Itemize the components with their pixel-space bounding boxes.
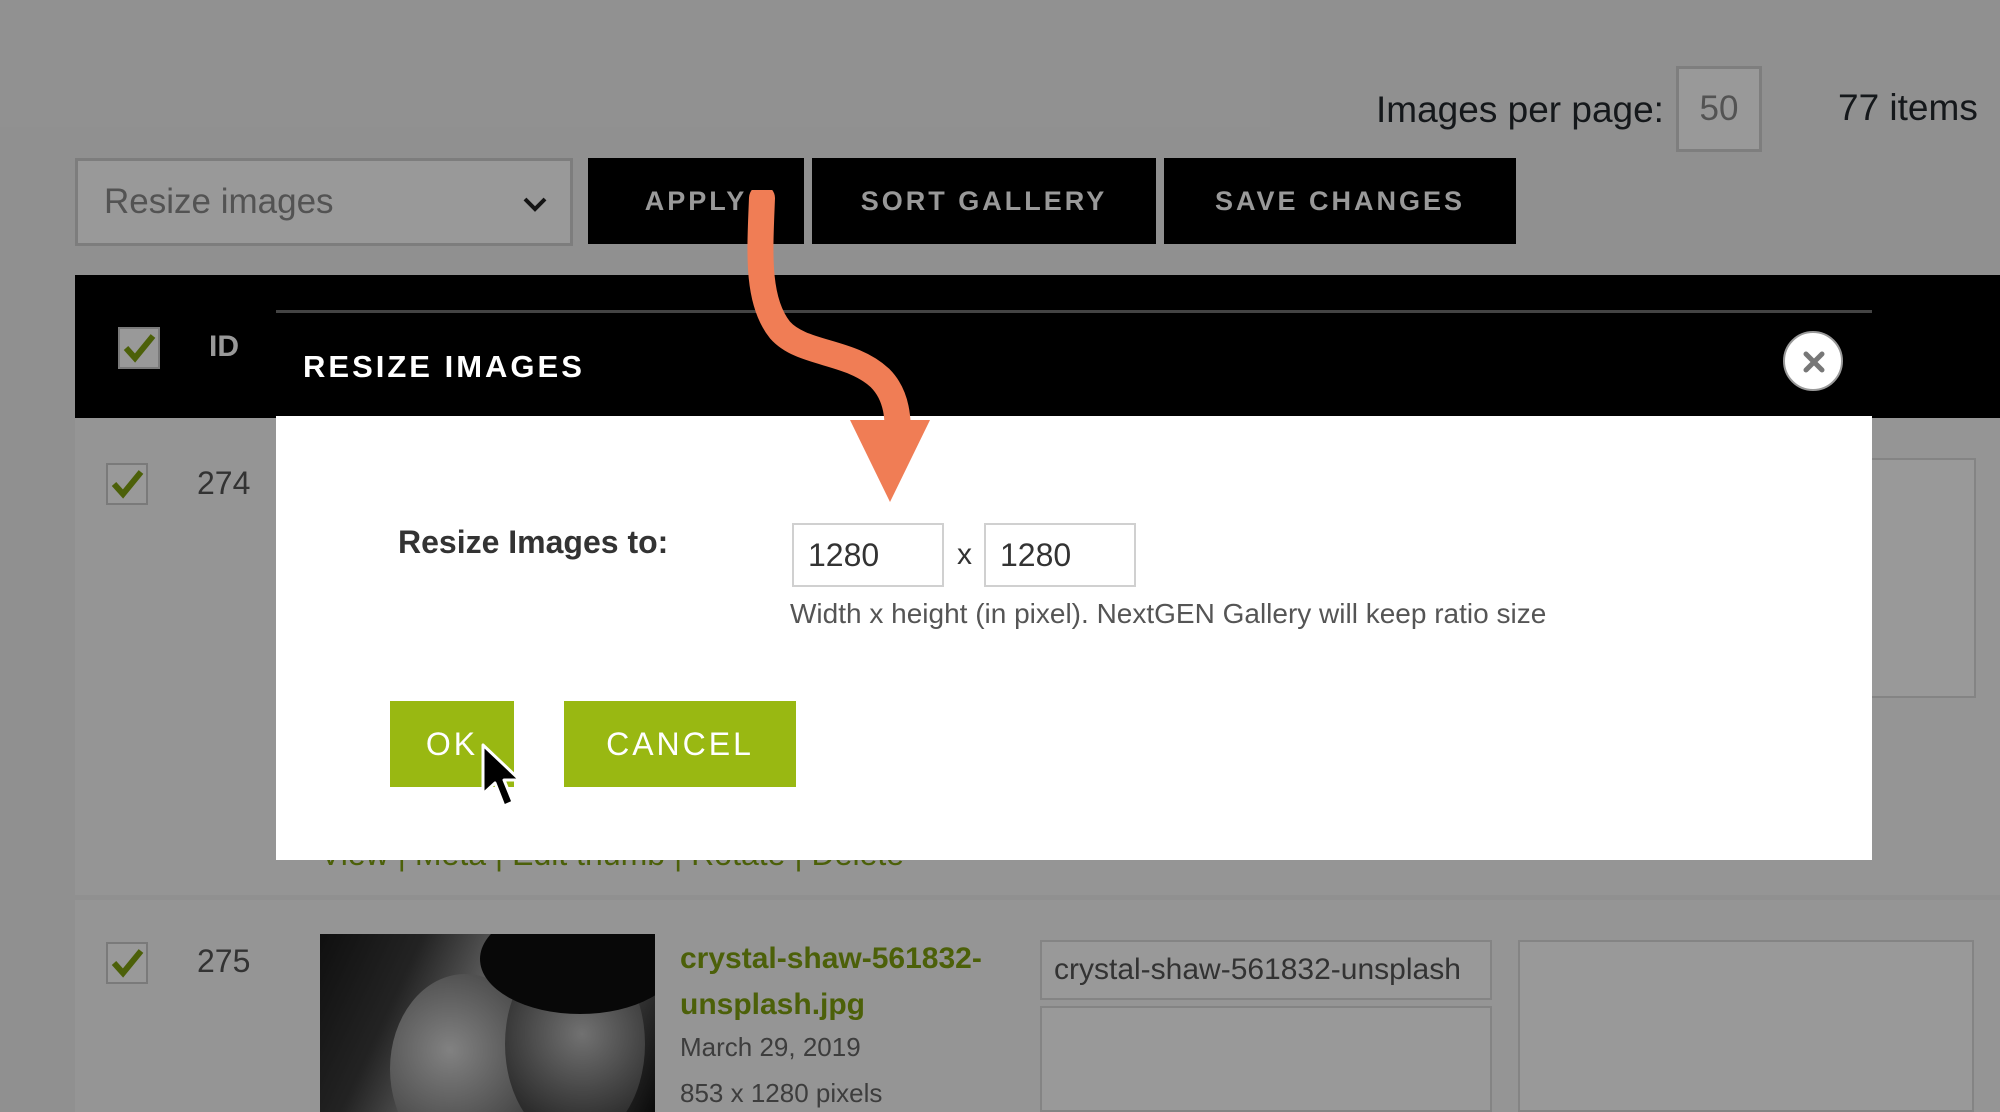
dialog-header: RESIZE IMAGES — [276, 310, 1872, 416]
close-button[interactable] — [1783, 331, 1843, 391]
annotation-arrow-icon — [747, 190, 930, 502]
height-input[interactable]: 1280 — [984, 523, 1136, 587]
cancel-button[interactable]: CANCEL — [564, 701, 796, 787]
close-icon — [1803, 351, 1825, 373]
resize-images-label: Resize Images to: — [398, 524, 669, 560]
dialog-title: RESIZE IMAGES — [303, 349, 585, 384]
width-input[interactable]: 1280 — [792, 523, 944, 587]
resize-hint: Width x height (in pixel). NextGEN Galle… — [790, 598, 1547, 629]
mouse-cursor-icon — [481, 743, 522, 808]
times-symbol: x — [957, 538, 972, 571]
